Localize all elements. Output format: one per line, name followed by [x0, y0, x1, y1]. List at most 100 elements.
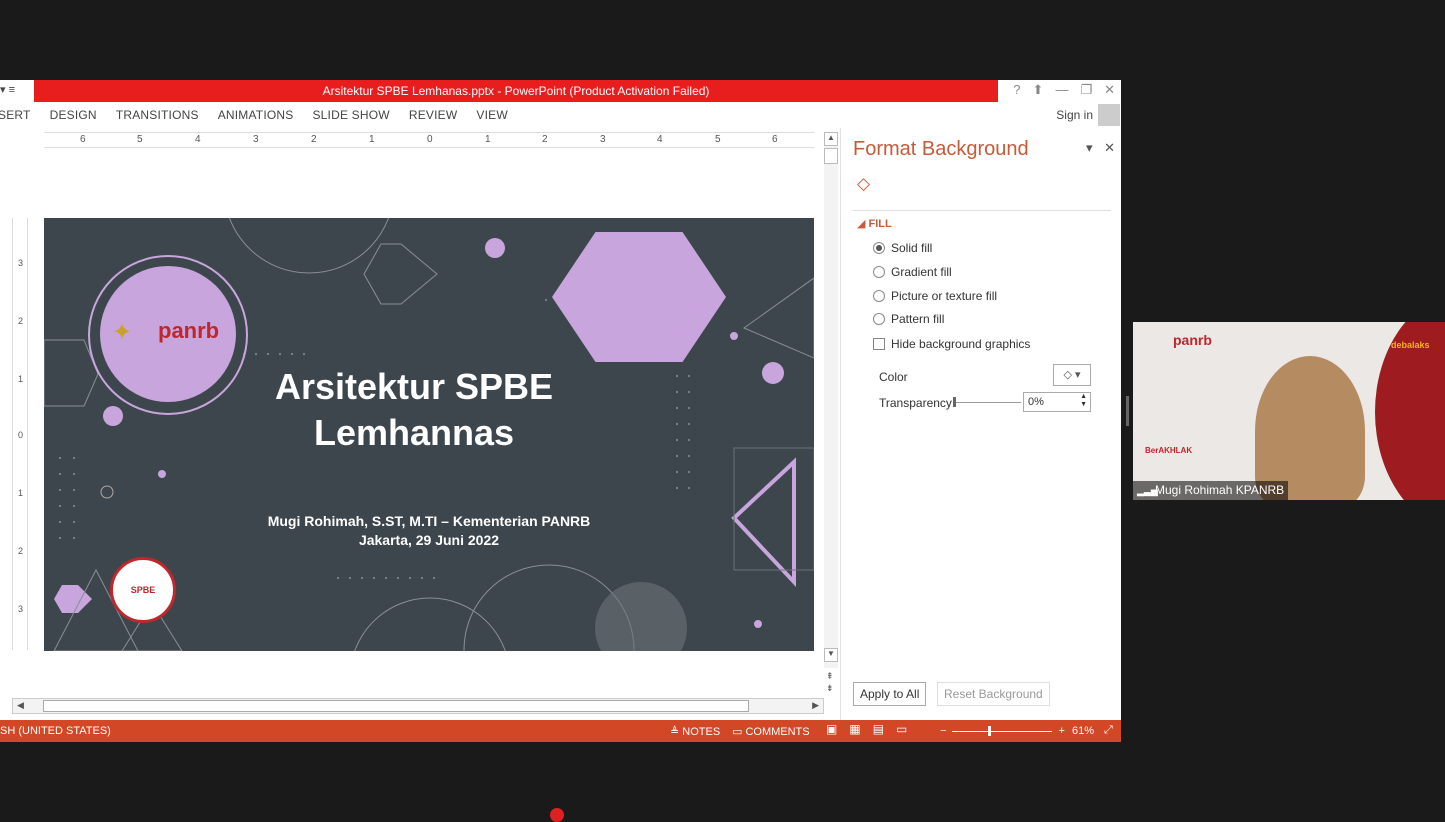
scroll-left-icon[interactable]: ◀: [17, 700, 24, 711]
ruler-tick: 6: [772, 134, 778, 145]
tab-review[interactable]: REVIEW: [409, 108, 458, 122]
hide-graphics-checkbox[interactable]: [873, 338, 885, 350]
page-nav-icon[interactable]: ⇞ ⇟: [826, 670, 834, 694]
color-picker-button[interactable]: ◇ ▾: [1053, 364, 1091, 386]
apply-to-all-button[interactable]: Apply to All: [853, 682, 927, 706]
normal-view-icon[interactable]: ▣: [826, 722, 837, 736]
gradient-fill-option[interactable]: Gradient fill: [873, 265, 952, 279]
camera-background-logo: panrb: [1173, 332, 1212, 348]
recording-indicator: [550, 808, 564, 822]
ruler-tick: 4: [195, 134, 201, 145]
transparency-label: Transparency: [879, 396, 952, 410]
title-line-1: Arsitektur SPBE: [274, 366, 554, 407]
slide-subtitle[interactable]: Mugi Rohimah, S.ST, M.TI – Kementerian P…: [164, 512, 694, 550]
presenter-name: Mugi Rohimah, S.ST, M.TI – Kementerian P…: [267, 513, 591, 529]
radio-pattern-fill[interactable]: [873, 313, 885, 325]
zoom-out-button[interactable]: −: [940, 725, 946, 737]
horizontal-scroll-thumb[interactable]: [43, 700, 749, 712]
sign-in-link[interactable]: Sign in: [1056, 108, 1093, 122]
comments-button[interactable]: ▭ COMMENTS: [732, 725, 810, 738]
reset-background-button[interactable]: Reset Background: [937, 682, 1050, 706]
pane-title: Format Background: [853, 138, 1029, 160]
scroll-up-button[interactable]: ▲: [824, 132, 838, 146]
close-button[interactable]: ✕: [1104, 82, 1115, 98]
vertical-scrollbar[interactable]: ▲ ▼: [824, 132, 838, 668]
transparency-slider-knob[interactable]: [953, 397, 956, 407]
ruler-tick: 2: [311, 134, 317, 145]
window-controls: ? ⬆ — ❐ ✕: [1013, 82, 1115, 98]
pane-options-icon[interactable]: ▾: [1086, 140, 1093, 155]
fill-bucket-icon[interactable]: ◇: [857, 174, 879, 196]
zoom-level[interactable]: 61%: [1072, 725, 1094, 737]
tab-view[interactable]: VIEW: [476, 108, 507, 122]
tab-insert[interactable]: SERT: [0, 108, 31, 122]
ribbon-display-icon[interactable]: ⬆: [1033, 82, 1044, 98]
garuda-emblem-icon: ✦: [112, 319, 133, 346]
participant-video-tile[interactable]: panrb debalaks BerAKHLAK ▂▃▅ Mugi Rohima…: [1133, 322, 1445, 500]
spbe-logo: SPBE: [110, 557, 176, 623]
status-bar: SH (UNITED STATES) ≜ NOTES ▭ COMMENTS ▣ …: [0, 720, 1121, 742]
hide-background-graphics-option[interactable]: Hide background graphics: [873, 337, 1030, 351]
transparency-slider[interactable]: [953, 397, 1021, 407]
collapse-triangle-icon: ◢: [857, 218, 866, 230]
fit-slide-icon[interactable]: ⤢: [1104, 724, 1113, 737]
picture-fill-option[interactable]: Picture or texture fill: [873, 289, 997, 303]
splitter-handle[interactable]: [1126, 396, 1129, 426]
help-icon[interactable]: ?: [1013, 82, 1020, 98]
restore-button[interactable]: ❐: [1080, 82, 1092, 98]
participant-video: [1255, 356, 1365, 500]
title-bar: ▾ ≡ Arsitektur SPBE Lemhanas.pptx - Powe…: [0, 80, 1121, 102]
radio-picture-fill[interactable]: [873, 290, 885, 302]
ruler-tick: 3: [600, 134, 606, 145]
transparency-input[interactable]: 0% ▲ ▼: [1023, 392, 1091, 412]
ruler-tick: 0: [18, 430, 24, 440]
ruler-tick: 3: [18, 258, 24, 268]
radio-gradient-fill[interactable]: [873, 266, 885, 278]
ruler-tick: 0: [427, 134, 433, 145]
fill-section-header[interactable]: ◢ FILL: [857, 217, 892, 230]
horizontal-ruler: 6 5 4 3 2 1 0 1 2 3 4 5 6: [44, 132, 814, 148]
panrb-logo: ✦ panrb: [100, 266, 236, 402]
pane-divider: [853, 210, 1111, 211]
tab-slide-show[interactable]: SLIDE SHOW: [312, 108, 389, 122]
pane-close-icon[interactable]: ✕: [1104, 140, 1115, 155]
radio-solid-fill[interactable]: [873, 242, 885, 254]
ruler-tick: 5: [715, 134, 721, 145]
horizontal-scrollbar[interactable]: ◀ ▶: [12, 698, 824, 714]
tab-animations[interactable]: ANIMATIONS: [218, 108, 294, 122]
pattern-fill-option[interactable]: Pattern fill: [873, 312, 944, 326]
ruler-tick: 2: [18, 546, 24, 556]
ruler-tick: 2: [542, 134, 548, 145]
ruler-tick: 1: [18, 374, 24, 384]
minimize-button[interactable]: —: [1055, 82, 1068, 98]
scroll-right-icon[interactable]: ▶: [812, 700, 819, 711]
user-avatar-icon[interactable]: [1098, 104, 1120, 126]
panrb-logo-text: panrb: [158, 318, 220, 343]
tab-design[interactable]: DESIGN: [50, 108, 97, 122]
reading-view-icon[interactable]: ▤: [873, 722, 884, 736]
vertical-ruler: 3 2 1 0 1 2 3: [12, 218, 28, 650]
ruler-tick: 6: [80, 134, 86, 145]
ruler-tick: 4: [657, 134, 663, 145]
scroll-thumb[interactable]: [824, 148, 838, 164]
solid-fill-option[interactable]: Solid fill: [873, 241, 932, 255]
scroll-down-button[interactable]: ▼: [824, 648, 838, 662]
format-background-pane: Format Background ▾ ✕ ◇ ◢ FILL Solid fil…: [840, 128, 1121, 720]
notes-button[interactable]: ≜ NOTES: [670, 725, 720, 738]
language-indicator[interactable]: SH (UNITED STATES): [0, 725, 111, 737]
ruler-tick: 3: [253, 134, 259, 145]
quick-access-toolbar[interactable]: ▾ ≡: [0, 83, 34, 96]
participant-name-label: ▂▃▅ Mugi Rohimah KPANRB: [1133, 481, 1289, 500]
zoom-in-button[interactable]: +: [1058, 725, 1064, 737]
slide-title[interactable]: Arsitektur SPBE Lemhannas: [164, 364, 664, 456]
zoom-slider[interactable]: [952, 725, 1053, 736]
signal-strength-icon: ▂▃▅: [1137, 486, 1158, 496]
spinner-arrows-icon[interactable]: ▲ ▼: [1080, 393, 1087, 409]
slide-sorter-icon[interactable]: ▦: [849, 722, 860, 736]
camera-background-brand: debalaks: [1391, 340, 1430, 350]
zoom-slider-knob[interactable]: [988, 725, 992, 736]
slide-show-icon[interactable]: ▭: [896, 722, 907, 736]
tab-transitions[interactable]: TRANSITIONS: [116, 108, 199, 122]
window-title: Arsitektur SPBE Lemhanas.pptx - PowerPoi…: [34, 80, 998, 102]
ruler-tick: 5: [137, 134, 143, 145]
